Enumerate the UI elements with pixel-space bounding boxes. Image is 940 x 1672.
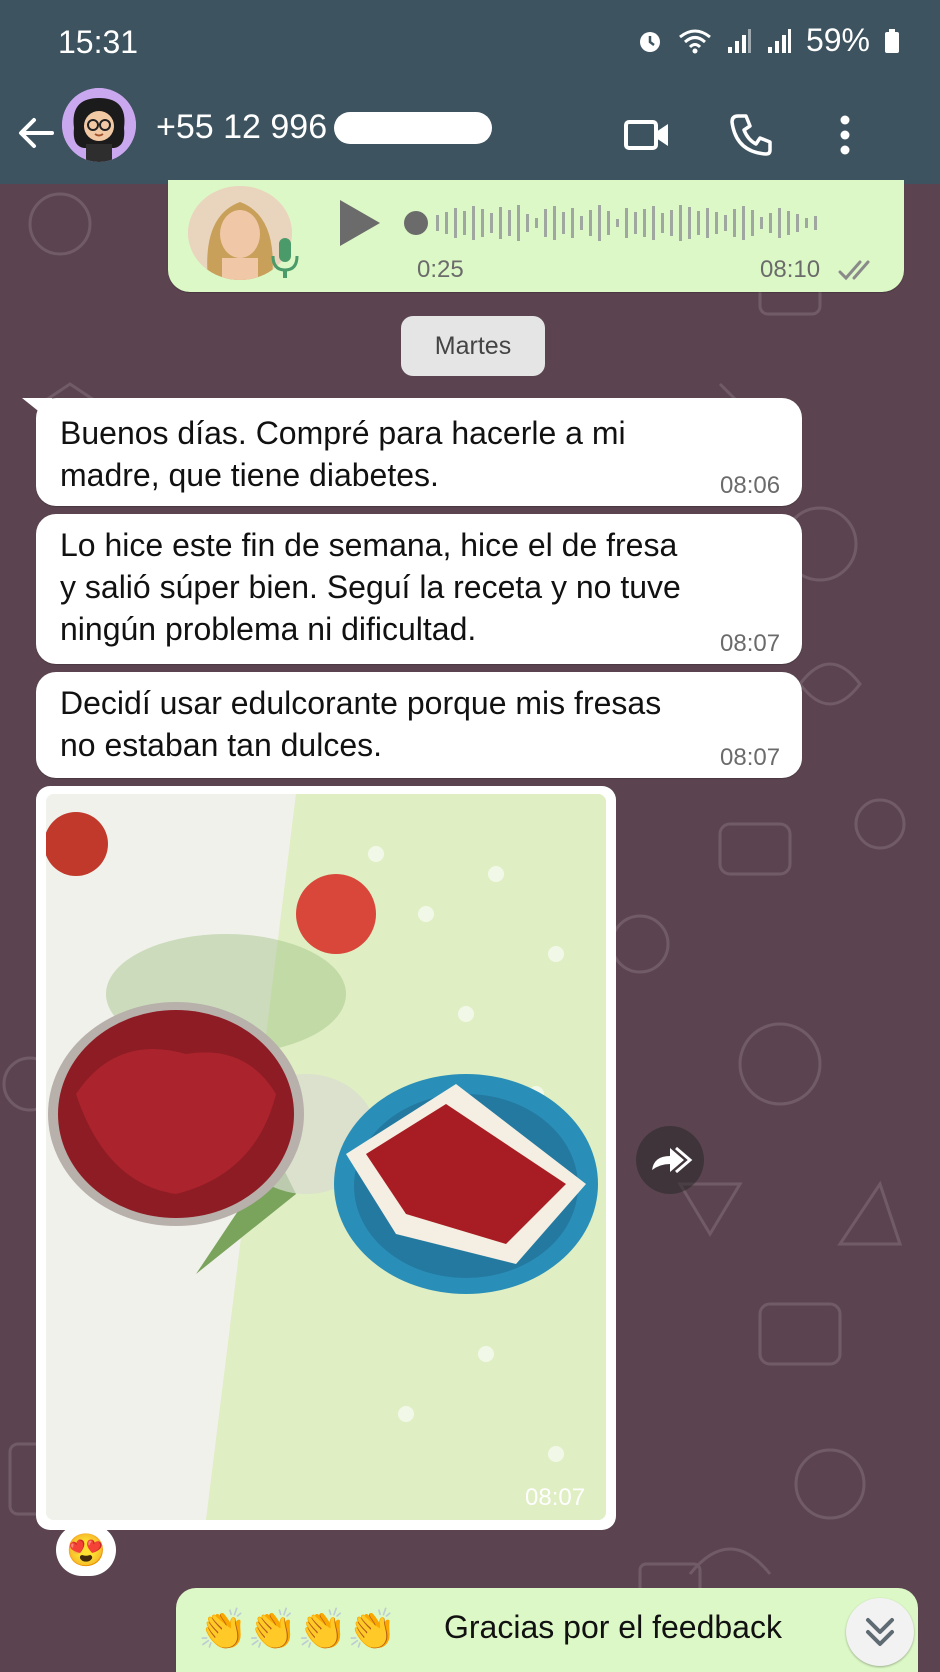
reply-bubble[interactable]: 👏👏👏👏 Gracias por el feedback (176, 1588, 918, 1672)
waveform-bar (517, 205, 520, 241)
battery-percent: 59% (805, 22, 870, 58)
alarm-icon (639, 31, 660, 52)
microphone-icon (271, 238, 299, 278)
signal-icon-2 (767, 28, 791, 53)
waveform-bar (679, 205, 682, 241)
play-icon[interactable] (336, 198, 382, 248)
waveform-bar (454, 208, 457, 238)
clap-emojis: 👏👏👏👏 (198, 1608, 398, 1652)
waveform-bar (544, 209, 547, 237)
waveform-bar (481, 209, 484, 237)
waveform-bar (625, 208, 628, 238)
status-icons: 59% (636, 22, 900, 59)
waveform-bar (787, 211, 790, 235)
waveform-bar (688, 207, 691, 239)
waveform-bar (652, 206, 655, 240)
waveform-bar (445, 212, 448, 234)
waveform-bar (598, 205, 601, 241)
voice-duration: 0:25 (417, 256, 464, 283)
waveform-bar (490, 213, 493, 233)
voice-time: 08:10 (760, 256, 821, 283)
contact-name[interactable]: +55 12 996 (156, 108, 327, 147)
avatar-illustration (62, 88, 136, 162)
waveform-handle[interactable] (404, 211, 428, 235)
message-text: Decidí usar edulcorante porque mis fresa… (60, 685, 662, 763)
waveform-bar (769, 213, 772, 233)
double-chevron-down-icon (866, 1618, 894, 1646)
redaction-mark (334, 112, 492, 144)
waveform-bar (535, 218, 538, 228)
battery-icon (885, 28, 899, 53)
back-arrow-icon[interactable] (14, 110, 60, 156)
waveform-bar (526, 214, 529, 232)
waveform-bar (724, 215, 727, 231)
waveform-bar (751, 210, 754, 236)
waveform-bar (463, 211, 466, 235)
waveform-bar (499, 207, 502, 239)
waveform-bar (508, 210, 511, 236)
voice-waveform[interactable] (402, 200, 832, 246)
waveform-bar (616, 219, 619, 227)
waveform-bar (742, 206, 745, 240)
message-time: 08:07 (720, 744, 781, 771)
waveform-bar (760, 217, 763, 229)
waveform-bar (580, 216, 583, 230)
message-text: Buenos días. Compré para hacerle a mi ma… (60, 415, 626, 493)
image-photo[interactable] (46, 794, 606, 1520)
waveform-bar (436, 215, 439, 231)
waveform-bar (589, 210, 592, 236)
scroll-to-bottom-button[interactable] (846, 1598, 914, 1666)
status-time: 15:31 (58, 24, 139, 60)
forward-icon (652, 1146, 693, 1174)
phone-call-icon[interactable] (726, 110, 776, 160)
waveform-bar (697, 211, 700, 235)
waveform-bar (634, 212, 637, 234)
message-bubble[interactable]: Buenos días. Compré para hacerle a mi ma… (36, 398, 802, 506)
waveform-bar (571, 208, 574, 238)
message-text: Lo hice este fin de semana, hice el de f… (60, 527, 681, 647)
status-bar: 15:31 59% (0, 0, 940, 86)
waveform-bar (553, 206, 556, 240)
waveform-bar (814, 216, 817, 230)
waveform-bar (715, 212, 718, 234)
reaction-badge[interactable]: 😍 (56, 1524, 116, 1576)
bubble-tail (22, 398, 52, 422)
waveform-bar (796, 214, 799, 232)
waveform-bar (472, 206, 475, 240)
message-bubble[interactable]: Decidí usar edulcorante porque mis fresa… (36, 672, 802, 778)
waveform-bar (706, 208, 709, 238)
more-options-icon[interactable] (820, 110, 870, 160)
waveform-bar (661, 213, 664, 233)
waveform-bar (607, 211, 610, 235)
message-time: 08:06 (720, 472, 781, 499)
read-receipt-icon (838, 260, 870, 281)
image-time: 08:07 (525, 1484, 586, 1511)
waveform-bar (643, 209, 646, 237)
waveform-bar (805, 218, 808, 228)
waveform-bar (778, 208, 781, 238)
date-divider: Martes (401, 316, 545, 376)
waveform-bar (562, 212, 565, 234)
forward-button[interactable] (636, 1126, 704, 1194)
signal-icon-1 (727, 28, 751, 53)
message-time: 08:07 (720, 630, 781, 657)
video-call-icon[interactable] (622, 110, 672, 160)
waveform-bar (670, 210, 673, 236)
waveform-bar (733, 209, 736, 237)
message-bubble[interactable]: Lo hice este fin de semana, hice el de f… (36, 514, 802, 664)
wifi-icon (679, 29, 711, 53)
jam-photo (46, 794, 606, 1520)
reply-text: Gracias por el feedback (444, 1609, 782, 1645)
contact-avatar[interactable] (62, 88, 136, 162)
